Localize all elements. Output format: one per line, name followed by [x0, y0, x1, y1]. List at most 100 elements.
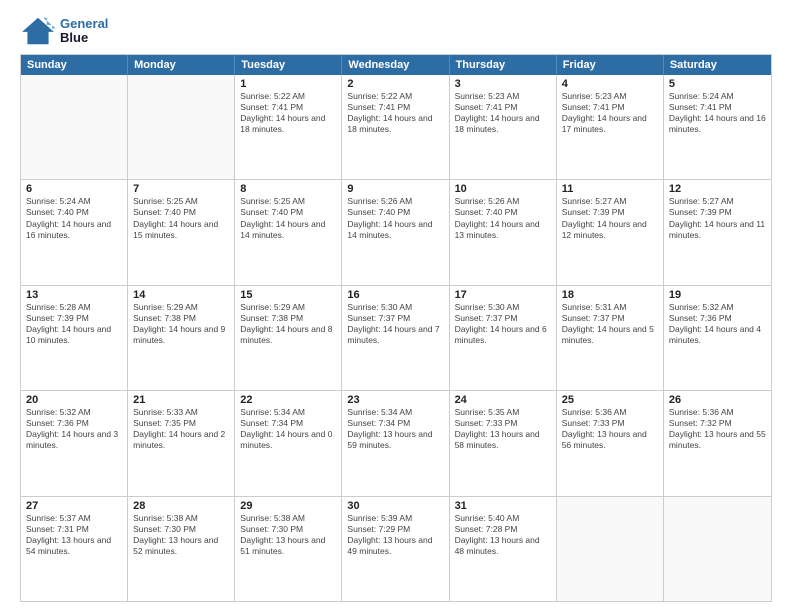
cell-info: Sunrise: 5:38 AM Sunset: 7:30 PM Dayligh… — [240, 513, 336, 557]
logo: General Blue — [20, 16, 108, 46]
cell-info: Sunrise: 5:22 AM Sunset: 7:41 PM Dayligh… — [347, 91, 443, 135]
cell-info: Sunrise: 5:30 AM Sunset: 7:37 PM Dayligh… — [455, 302, 551, 346]
cal-cell — [128, 75, 235, 179]
cal-cell: 5Sunrise: 5:24 AM Sunset: 7:41 PM Daylig… — [664, 75, 771, 179]
calendar-header: SundayMondayTuesdayWednesdayThursdayFrid… — [21, 55, 771, 75]
day-number: 27 — [26, 500, 122, 512]
cal-cell — [557, 497, 664, 601]
cal-cell: 26Sunrise: 5:36 AM Sunset: 7:32 PM Dayli… — [664, 391, 771, 495]
cal-cell: 16Sunrise: 5:30 AM Sunset: 7:37 PM Dayli… — [342, 286, 449, 390]
cal-cell: 11Sunrise: 5:27 AM Sunset: 7:39 PM Dayli… — [557, 180, 664, 284]
cal-cell: 14Sunrise: 5:29 AM Sunset: 7:38 PM Dayli… — [128, 286, 235, 390]
cal-cell: 3Sunrise: 5:23 AM Sunset: 7:41 PM Daylig… — [450, 75, 557, 179]
cell-info: Sunrise: 5:29 AM Sunset: 7:38 PM Dayligh… — [240, 302, 336, 346]
cell-info: Sunrise: 5:27 AM Sunset: 7:39 PM Dayligh… — [562, 196, 658, 240]
day-number: 19 — [669, 289, 766, 301]
day-number: 22 — [240, 394, 336, 406]
cell-info: Sunrise: 5:31 AM Sunset: 7:37 PM Dayligh… — [562, 302, 658, 346]
cal-row-0: 1 Sunrise: 5:22 AM Sunset: 7:41 PM Daylig… — [21, 75, 771, 180]
day-number: 5 — [669, 78, 766, 90]
cell-info: Sunrise: 5:36 AM Sunset: 7:33 PM Dayligh… — [562, 407, 658, 451]
cal-cell: 8Sunrise: 5:25 AM Sunset: 7:40 PM Daylig… — [235, 180, 342, 284]
cell-info: Sunrise: 5:26 AM Sunset: 7:40 PM Dayligh… — [455, 196, 551, 240]
day-number: 17 — [455, 289, 551, 301]
day-number: 16 — [347, 289, 443, 301]
logo-text: General Blue — [60, 17, 108, 46]
header-day-saturday: Saturday — [664, 55, 771, 75]
cal-cell: 27Sunrise: 5:37 AM Sunset: 7:31 PM Dayli… — [21, 497, 128, 601]
cell-info: Sunrise: 5:27 AM Sunset: 7:39 PM Dayligh… — [669, 196, 766, 240]
day-number: 15 — [240, 289, 336, 301]
cell-info: Sunrise: 5:39 AM Sunset: 7:29 PM Dayligh… — [347, 513, 443, 557]
day-number: 30 — [347, 500, 443, 512]
calendar: SundayMondayTuesdayWednesdayThursdayFrid… — [20, 54, 772, 602]
cell-info: Sunrise: 5:26 AM Sunset: 7:40 PM Dayligh… — [347, 196, 443, 240]
cal-cell: 20Sunrise: 5:32 AM Sunset: 7:36 PM Dayli… — [21, 391, 128, 495]
cal-cell: 4Sunrise: 5:23 AM Sunset: 7:41 PM Daylig… — [557, 75, 664, 179]
day-number: 1 — [240, 78, 336, 90]
cell-info: Sunrise: 5:35 AM Sunset: 7:33 PM Dayligh… — [455, 407, 551, 451]
cal-cell: 18Sunrise: 5:31 AM Sunset: 7:37 PM Dayli… — [557, 286, 664, 390]
cell-info: Sunrise: 5:28 AM Sunset: 7:39 PM Dayligh… — [26, 302, 122, 346]
day-number: 23 — [347, 394, 443, 406]
cal-cell — [664, 497, 771, 601]
cal-cell: 23Sunrise: 5:34 AM Sunset: 7:34 PM Dayli… — [342, 391, 449, 495]
day-number: 29 — [240, 500, 336, 512]
cal-cell: 21Sunrise: 5:33 AM Sunset: 7:35 PM Dayli… — [128, 391, 235, 495]
header-day-thursday: Thursday — [450, 55, 557, 75]
day-number: 18 — [562, 289, 658, 301]
cell-info: Sunrise: 5:38 AM Sunset: 7:30 PM Dayligh… — [133, 513, 229, 557]
logo-icon — [20, 16, 56, 46]
cell-info: Sunrise: 5:32 AM Sunset: 7:36 PM Dayligh… — [26, 407, 122, 451]
day-number: 26 — [669, 394, 766, 406]
cal-cell: 2Sunrise: 5:22 AM Sunset: 7:41 PM Daylig… — [342, 75, 449, 179]
cal-row-1: 6Sunrise: 5:24 AM Sunset: 7:40 PM Daylig… — [21, 180, 771, 285]
cal-cell: 25Sunrise: 5:36 AM Sunset: 7:33 PM Dayli… — [557, 391, 664, 495]
cal-row-3: 20Sunrise: 5:32 AM Sunset: 7:36 PM Dayli… — [21, 391, 771, 496]
day-number: 7 — [133, 183, 229, 195]
day-number: 13 — [26, 289, 122, 301]
day-number: 21 — [133, 394, 229, 406]
header-day-monday: Monday — [128, 55, 235, 75]
cal-cell: 31Sunrise: 5:40 AM Sunset: 7:28 PM Dayli… — [450, 497, 557, 601]
cal-cell: 24Sunrise: 5:35 AM Sunset: 7:33 PM Dayli… — [450, 391, 557, 495]
day-number: 4 — [562, 78, 658, 90]
cal-cell — [21, 75, 128, 179]
cell-info: Sunrise: 5:34 AM Sunset: 7:34 PM Dayligh… — [347, 407, 443, 451]
cal-cell: 10Sunrise: 5:26 AM Sunset: 7:40 PM Dayli… — [450, 180, 557, 284]
cell-info: Sunrise: 5:23 AM Sunset: 7:41 PM Dayligh… — [455, 91, 551, 135]
header-day-wednesday: Wednesday — [342, 55, 449, 75]
cell-info: Sunrise: 5:34 AM Sunset: 7:34 PM Dayligh… — [240, 407, 336, 451]
day-number: 2 — [347, 78, 443, 90]
cal-row-2: 13Sunrise: 5:28 AM Sunset: 7:39 PM Dayli… — [21, 286, 771, 391]
cal-cell: 29Sunrise: 5:38 AM Sunset: 7:30 PM Dayli… — [235, 497, 342, 601]
day-number: 8 — [240, 183, 336, 195]
cell-info: Sunrise: 5:30 AM Sunset: 7:37 PM Dayligh… — [347, 302, 443, 346]
day-number: 14 — [133, 289, 229, 301]
cal-cell: 19Sunrise: 5:32 AM Sunset: 7:36 PM Dayli… — [664, 286, 771, 390]
cell-info: Sunrise: 5:24 AM Sunset: 7:41 PM Dayligh… — [669, 91, 766, 135]
day-number: 9 — [347, 183, 443, 195]
day-number: 24 — [455, 394, 551, 406]
header: General Blue — [20, 16, 772, 46]
cell-info: Sunrise: 5:37 AM Sunset: 7:31 PM Dayligh… — [26, 513, 122, 557]
cal-cell: 13Sunrise: 5:28 AM Sunset: 7:39 PM Dayli… — [21, 286, 128, 390]
cal-cell: 7Sunrise: 5:25 AM Sunset: 7:40 PM Daylig… — [128, 180, 235, 284]
day-number: 25 — [562, 394, 658, 406]
cal-cell: 1Sunrise: 5:22 AM Sunset: 7:41 PM Daylig… — [235, 75, 342, 179]
day-number: 28 — [133, 500, 229, 512]
cal-cell: 6Sunrise: 5:24 AM Sunset: 7:40 PM Daylig… — [21, 180, 128, 284]
cal-cell: 28Sunrise: 5:38 AM Sunset: 7:30 PM Dayli… — [128, 497, 235, 601]
day-number: 12 — [669, 183, 766, 195]
cal-cell: 22Sunrise: 5:34 AM Sunset: 7:34 PM Dayli… — [235, 391, 342, 495]
cell-info: Sunrise: 5:32 AM Sunset: 7:36 PM Dayligh… — [669, 302, 766, 346]
cell-info: Sunrise: 5:25 AM Sunset: 7:40 PM Dayligh… — [133, 196, 229, 240]
cell-info: Sunrise: 5:36 AM Sunset: 7:32 PM Dayligh… — [669, 407, 766, 451]
cell-info: Sunrise: 5:40 AM Sunset: 7:28 PM Dayligh… — [455, 513, 551, 557]
cell-info: Sunrise: 5:29 AM Sunset: 7:38 PM Dayligh… — [133, 302, 229, 346]
day-number: 3 — [455, 78, 551, 90]
day-number: 31 — [455, 500, 551, 512]
cal-row-4: 27Sunrise: 5:37 AM Sunset: 7:31 PM Dayli… — [21, 497, 771, 601]
header-day-tuesday: Tuesday — [235, 55, 342, 75]
cal-cell: 9Sunrise: 5:26 AM Sunset: 7:40 PM Daylig… — [342, 180, 449, 284]
